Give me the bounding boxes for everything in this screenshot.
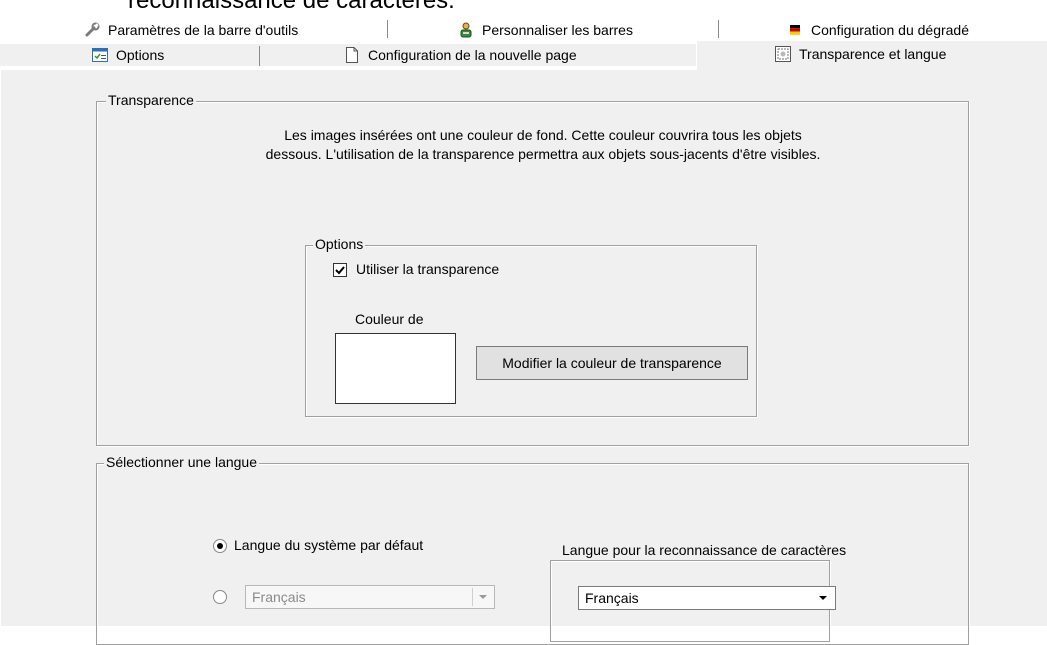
page-edge [0,69,696,70]
options-window-icon [92,47,108,63]
checkmark-icon [335,266,345,275]
tab-new-page-config[interactable]: Configuration de la nouvelle page [344,44,577,66]
transparency-icon [775,46,791,62]
custom-language-value: Français [252,589,306,605]
tab-transparency-language[interactable]: Transparence et langue [696,40,1047,71]
ocr-language-group-title: Langue pour la reconnaissance de caractè… [560,542,849,558]
custom-language-select[interactable]: Français [245,585,495,609]
gradient-flag-icon [787,22,803,38]
transparency-group-title: Transparence [106,92,196,108]
page-edge [0,66,1,626]
chevron-down-icon [472,588,492,606]
cut-off-heading: reconnaissance de caractères. [128,0,455,14]
tab-separator [387,20,388,38]
change-transparency-color-button[interactable]: Modifier la couleur de transparence [476,346,748,380]
system-default-language-radio[interactable] [213,539,227,553]
tab-separator [259,46,260,66]
tab-separator [718,20,719,38]
options-group-title: Options [313,236,366,252]
tab-toolbar-settings[interactable]: Paramètres de la barre d'outils [84,19,298,41]
tab-gradient-config[interactable]: Configuration du dégradé [787,19,969,41]
use-transparency-label: Utiliser la transparence [356,261,500,277]
language-group-title: Sélectionner une langue [104,454,260,470]
wrench-icon [84,22,100,38]
color-label: Couleur de [355,311,424,327]
tab-options[interactable]: Options [92,44,164,66]
person-tools-icon [458,22,474,38]
ocr-language-select[interactable]: Français [578,586,836,610]
radio-selected-dot [217,543,223,549]
transparency-color-swatch[interactable] [335,333,456,404]
new-page-icon [344,47,360,63]
custom-language-radio[interactable] [213,590,227,604]
ocr-language-value: Français [585,590,639,606]
system-default-language-label: Langue du système par défaut [234,537,424,553]
chevron-down-icon [813,589,833,607]
tab-customize-bars[interactable]: Personnaliser les barres [458,19,633,41]
use-transparency-checkbox[interactable] [333,263,347,277]
transparency-description: Les images insérées ont une couleur de f… [265,127,821,162]
